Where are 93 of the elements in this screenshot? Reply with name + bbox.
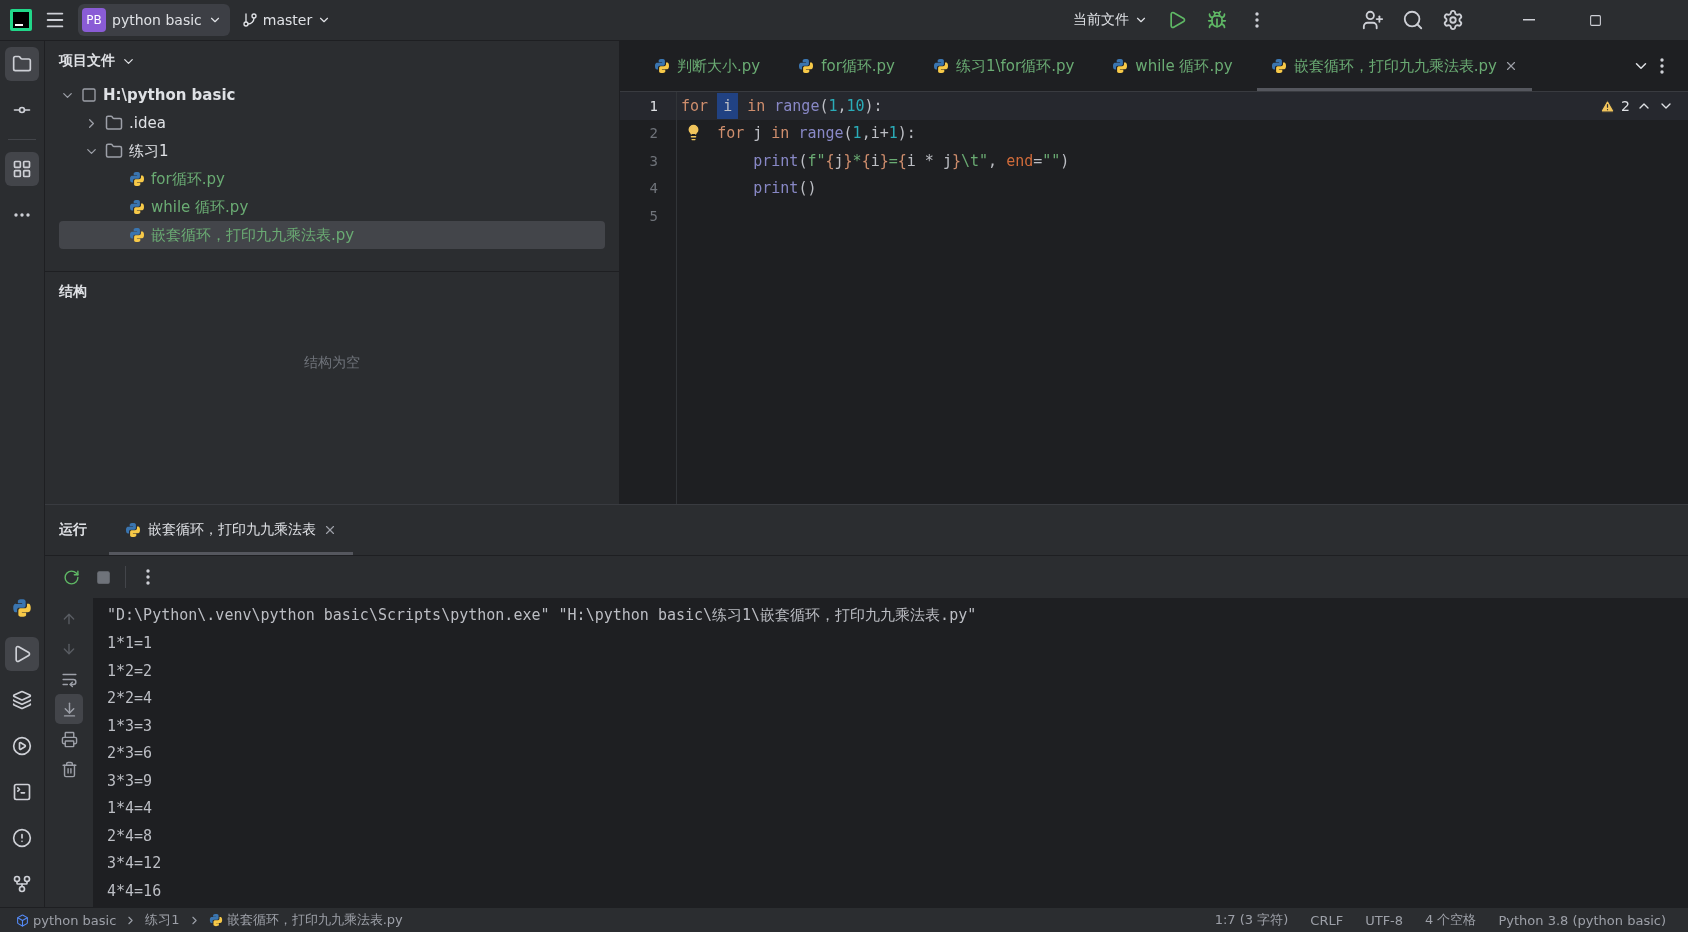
more-icon bbox=[14, 213, 30, 217]
output-line: 3*3=9 bbox=[107, 770, 154, 792]
panel-title: 运行 bbox=[59, 521, 87, 539]
run-tab[interactable]: 嵌套循环，打印九九乘法表 bbox=[109, 505, 353, 555]
output-line: 1*1=1 bbox=[107, 633, 154, 655]
branch-selector[interactable]: master bbox=[235, 5, 338, 35]
branch-icon bbox=[241, 12, 258, 28]
editor-tab[interactable]: 判断大小.py bbox=[640, 41, 775, 91]
output-line: 2*2=4 bbox=[107, 688, 154, 710]
line-number: 4 bbox=[648, 179, 659, 199]
status-item[interactable]: 1:7 (3 字符) bbox=[1206, 911, 1297, 929]
folder-icon bbox=[105, 142, 123, 160]
project-selector[interactable]: PB python basic bbox=[78, 4, 230, 36]
tree-item[interactable]: 嵌套循环，打印九九乘法表.py bbox=[59, 221, 605, 249]
tool-window-button[interactable] bbox=[5, 47, 39, 81]
breadcrumb[interactable]: 嵌套循环，打印九九乘法表.py bbox=[206, 911, 405, 929]
module-icon bbox=[81, 87, 97, 103]
search-icon bbox=[1402, 9, 1424, 31]
status-item[interactable]: 4 个空格 bbox=[1417, 911, 1485, 929]
stop-icon bbox=[95, 569, 111, 585]
rerun-icon bbox=[62, 568, 80, 586]
output-line: 1*2=2 bbox=[107, 660, 154, 682]
editor-tab[interactable]: 嵌套循环，打印九九乘法表.py bbox=[1256, 41, 1532, 91]
tree-item[interactable]: while 循环.py bbox=[59, 193, 605, 221]
warning-icon bbox=[1600, 98, 1616, 114]
user-plus-icon bbox=[1362, 9, 1384, 31]
python-icon bbox=[932, 58, 949, 74]
panel-title[interactable]: 项目文件 bbox=[59, 52, 115, 70]
status-item[interactable]: Python 3.8 (python basic) bbox=[1490, 912, 1674, 928]
output-line: 1*3=3 bbox=[107, 715, 154, 737]
tree-item[interactable]: 练习1 bbox=[59, 137, 605, 165]
line-number: 3 bbox=[648, 151, 659, 171]
play-icon bbox=[12, 644, 32, 664]
line-number: 1 bbox=[620, 92, 676, 120]
tree-item[interactable]: .idea bbox=[59, 109, 605, 137]
status-item[interactable]: CRLF bbox=[1302, 912, 1352, 928]
python-icon bbox=[1270, 58, 1287, 74]
app-logo-icon[interactable] bbox=[10, 9, 32, 31]
python-icon bbox=[798, 58, 815, 74]
output-line: 2*3=6 bbox=[107, 743, 154, 765]
more-icon bbox=[1660, 58, 1664, 74]
more-icon bbox=[1255, 12, 1259, 28]
play-circle-icon bbox=[12, 736, 32, 756]
empty-text: 结构为空 bbox=[303, 353, 361, 372]
more-icon bbox=[146, 569, 150, 585]
tree-item[interactable]: for循环.py bbox=[59, 165, 605, 193]
settings-icon bbox=[1442, 9, 1464, 31]
editor-tab[interactable]: for循环.py bbox=[784, 41, 909, 91]
output-line: 3*4=12 bbox=[107, 853, 163, 875]
line-number: 2 bbox=[648, 124, 659, 144]
maximize-icon bbox=[1588, 13, 1602, 27]
printer-icon bbox=[60, 730, 78, 748]
breadcrumb[interactable]: python basic bbox=[14, 912, 119, 928]
tool-window-button[interactable] bbox=[5, 152, 39, 186]
python-icon bbox=[654, 58, 670, 74]
python-icon bbox=[125, 522, 141, 538]
layers-icon bbox=[12, 690, 32, 710]
folder-icon bbox=[12, 54, 32, 74]
code-line: print(f"{j}*{i}={i * j}\t", end="") bbox=[753, 151, 1070, 170]
status-item[interactable]: UTF-8 bbox=[1357, 912, 1412, 928]
structure-icon bbox=[12, 159, 32, 179]
warning-count[interactable]: 2 bbox=[1621, 98, 1630, 114]
python-icon bbox=[129, 171, 145, 187]
branch-icon bbox=[12, 874, 32, 894]
python-icon bbox=[208, 913, 223, 927]
code-line: print() bbox=[753, 179, 817, 198]
editor-tab[interactable]: while 循环.py bbox=[1098, 41, 1247, 91]
breadcrumb[interactable]: 练习1 bbox=[143, 911, 182, 929]
python-icon bbox=[12, 598, 32, 618]
panel-title: 结构 bbox=[59, 283, 87, 301]
bug-icon bbox=[1207, 10, 1227, 30]
tool-window-button[interactable] bbox=[5, 637, 39, 671]
python-icon bbox=[129, 227, 145, 243]
scroll-to-end-button[interactable] bbox=[55, 694, 83, 724]
code-line: for j in range(1,i+1): bbox=[717, 124, 916, 143]
editor-tab[interactable]: 练习1\for循环.py bbox=[918, 41, 1089, 91]
line-number: 5 bbox=[648, 206, 659, 226]
module-icon bbox=[16, 913, 29, 927]
output-line: 2*4=8 bbox=[107, 825, 154, 847]
run-config-selector[interactable]: 当前文件 bbox=[1067, 5, 1154, 35]
folder-icon bbox=[105, 114, 123, 132]
alert-icon bbox=[12, 828, 32, 848]
trash-icon bbox=[60, 760, 78, 778]
output-line: "D:\Python\.venv\python basic\Scripts\python.exe" "H:\python basic\练习1\嵌套循环，打印九九乘法表.py" bbox=[107, 605, 978, 627]
python-icon bbox=[1112, 58, 1129, 74]
minimize-icon bbox=[1523, 19, 1535, 21]
python-icon bbox=[129, 199, 145, 215]
play-icon bbox=[1167, 10, 1187, 30]
output-line: 1*4=4 bbox=[107, 798, 154, 820]
close-icon bbox=[323, 523, 337, 537]
output-line: 4*4=16 bbox=[107, 880, 163, 902]
tree-item[interactable]: H:\python basic bbox=[59, 81, 605, 109]
terminal-icon bbox=[12, 782, 32, 802]
